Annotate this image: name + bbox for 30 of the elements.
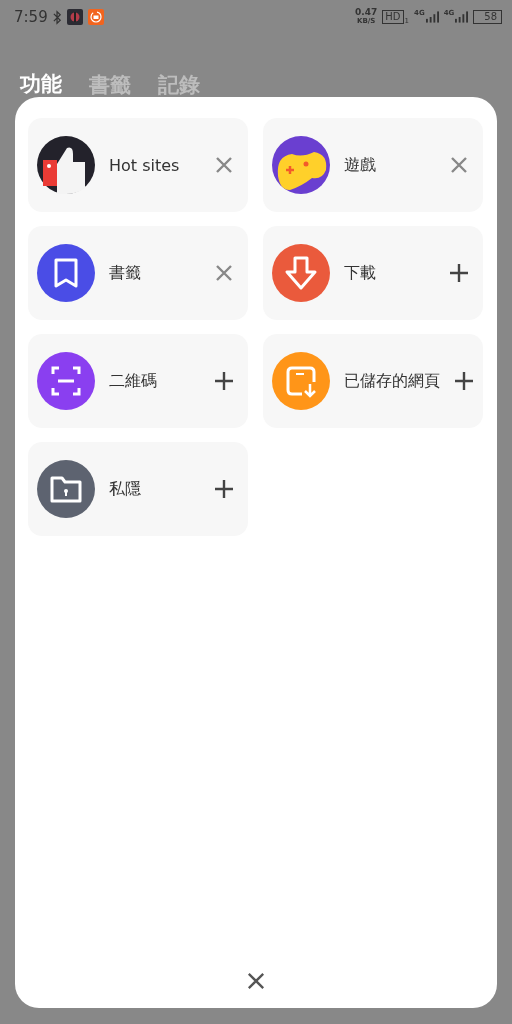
hd-badge: HD [382,10,404,24]
feature-tile[interactable]: 二維碼 [28,334,248,428]
add-icon[interactable] [454,371,474,391]
app-icon [66,9,83,25]
feature-label: 遊戲 [344,154,377,176]
feature-tile[interactable]: Hot sites [28,118,248,212]
feature-label: 下載 [344,262,377,284]
feature-label: 書籤 [109,262,142,284]
feature-tile[interactable]: 下載 [263,226,483,320]
clock: 7:59 [14,8,48,26]
feature-label: Hot sites [109,155,181,175]
signal-icon [455,11,469,23]
remove-icon[interactable] [214,263,234,283]
feature-tile[interactable]: 書籤 [28,226,248,320]
feature-label: 私隱 [109,478,142,500]
add-icon[interactable] [214,371,234,391]
feature-label: 二維碼 [109,370,158,392]
feature-label: 已儲存的網頁 [344,370,440,392]
feature-tile[interactable]: 遊戲 [263,118,483,212]
battery-indicator: 58 [473,10,502,24]
remove-icon[interactable] [449,155,469,175]
signal-icon [425,11,439,23]
app-icon [87,9,104,25]
feature-tile[interactable]: 已儲存的網頁 [263,334,483,428]
close-icon[interactable] [247,972,265,990]
bluetooth-icon [52,9,62,25]
remove-icon[interactable] [214,155,234,175]
feature-tile[interactable]: 私隱 [28,442,248,536]
add-icon[interactable] [449,263,469,283]
add-icon[interactable] [214,479,234,499]
